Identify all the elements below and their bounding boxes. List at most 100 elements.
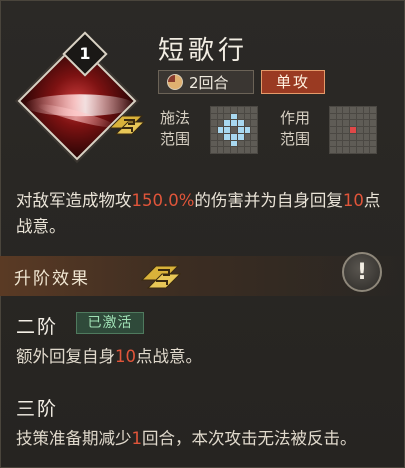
upgrade-rank-icon — [140, 265, 182, 289]
effect-range-label: 作用 范围 — [280, 108, 320, 150]
range-cell — [251, 133, 257, 140]
range-cell — [350, 107, 356, 113]
tier-2-text-1: 额外回复自身 — [16, 347, 115, 366]
range-cell — [211, 140, 217, 147]
range-cell — [336, 113, 343, 120]
range-cell — [211, 107, 217, 113]
range-cell — [231, 147, 237, 153]
range-cell — [350, 147, 356, 153]
effect-range-grid — [329, 106, 377, 154]
range-cell — [217, 147, 224, 153]
range-cell — [370, 127, 376, 133]
effect-range-label-line2: 范围 — [280, 130, 311, 148]
tier-2-text: 额外回复自身10点战意。 — [16, 344, 396, 370]
range-cell — [370, 120, 376, 127]
range-cell — [370, 107, 376, 113]
range-cell — [356, 147, 363, 153]
timer-pie-icon — [167, 74, 183, 90]
desc-text-1: 对敌军造成物攻 — [16, 191, 132, 210]
range-cell — [251, 140, 257, 147]
range-cell — [217, 107, 224, 113]
range-cell — [224, 127, 231, 133]
activated-badge: 已激活 — [76, 312, 144, 334]
tier-3-text-2: 回合，本次攻击无法被反击。 — [142, 429, 357, 448]
range-cell — [343, 133, 350, 140]
range-cell — [350, 120, 356, 127]
cast-range-label: 施法 范围 — [160, 108, 200, 150]
tier-2-value: 10 — [115, 347, 136, 366]
range-cell — [244, 120, 251, 127]
tier-2-title: 二阶 — [16, 316, 59, 338]
range-cell — [343, 107, 350, 113]
tier-3-value: 1 — [131, 429, 143, 448]
range-cell — [370, 133, 376, 140]
rank-emblem-icon — [108, 115, 146, 135]
range-cell — [363, 107, 370, 113]
desc-morale-value: 10 — [342, 191, 364, 210]
range-cell — [211, 127, 217, 133]
range-cell — [350, 140, 356, 147]
range-cell — [363, 113, 370, 120]
range-cell — [244, 133, 251, 140]
range-cell — [330, 133, 336, 140]
range-cell — [217, 120, 224, 127]
range-cell — [356, 133, 363, 140]
range-cell — [343, 127, 350, 133]
range-cell — [363, 133, 370, 140]
range-cell — [356, 113, 363, 120]
range-cell — [363, 140, 370, 147]
range-cell — [350, 133, 356, 140]
range-cell — [363, 127, 370, 133]
skill-level: 1 — [79, 44, 91, 63]
range-cell — [343, 120, 350, 127]
range-cell — [370, 147, 376, 153]
range-cell — [211, 113, 217, 120]
range-cell — [231, 107, 237, 113]
range-cell — [343, 147, 350, 153]
range-cell — [251, 120, 257, 127]
range-cell — [350, 127, 356, 133]
range-cell — [336, 147, 343, 153]
range-cell — [330, 147, 336, 153]
exclamation-icon: ! — [356, 259, 368, 285]
range-cell — [224, 107, 231, 113]
range-cell — [336, 140, 343, 147]
desc-damage-value: 150.0% — [131, 191, 195, 210]
range-cell — [224, 140, 231, 147]
range-cell — [217, 127, 224, 133]
range-cell — [251, 113, 257, 120]
range-cell — [356, 107, 363, 113]
range-cell — [237, 120, 244, 127]
range-cell — [211, 147, 217, 153]
range-cell — [217, 113, 224, 120]
upgrade-title: 升阶效果 — [14, 269, 90, 289]
range-cell — [356, 140, 363, 147]
range-cell — [211, 133, 217, 140]
range-cell — [237, 107, 244, 113]
range-cell — [343, 113, 350, 120]
range-cell — [244, 140, 251, 147]
range-cell — [244, 147, 251, 153]
range-cell — [330, 107, 336, 113]
range-cell — [237, 140, 244, 147]
range-cell — [237, 127, 244, 133]
range-cell — [350, 113, 356, 120]
rounds-label: 2回合 — [189, 73, 229, 92]
cast-range-grid — [210, 106, 258, 154]
prep-rounds: 2回合 — [158, 70, 254, 94]
range-cell — [237, 113, 244, 120]
range-cell — [244, 127, 251, 133]
cast-range-label-line2: 范围 — [160, 130, 191, 148]
info-button[interactable]: ! — [342, 252, 382, 292]
range-cell — [343, 140, 350, 147]
range-cell — [251, 107, 257, 113]
range-cell — [330, 127, 336, 133]
range-cell — [231, 113, 237, 120]
range-cell — [217, 140, 224, 147]
desc-text-2: 的伤害并为自身回复 — [194, 191, 343, 210]
tier-2-text-2: 点战意。 — [136, 347, 202, 366]
range-cell — [370, 113, 376, 120]
range-cell — [231, 127, 237, 133]
range-cell — [370, 140, 376, 147]
range-cell — [330, 140, 336, 147]
